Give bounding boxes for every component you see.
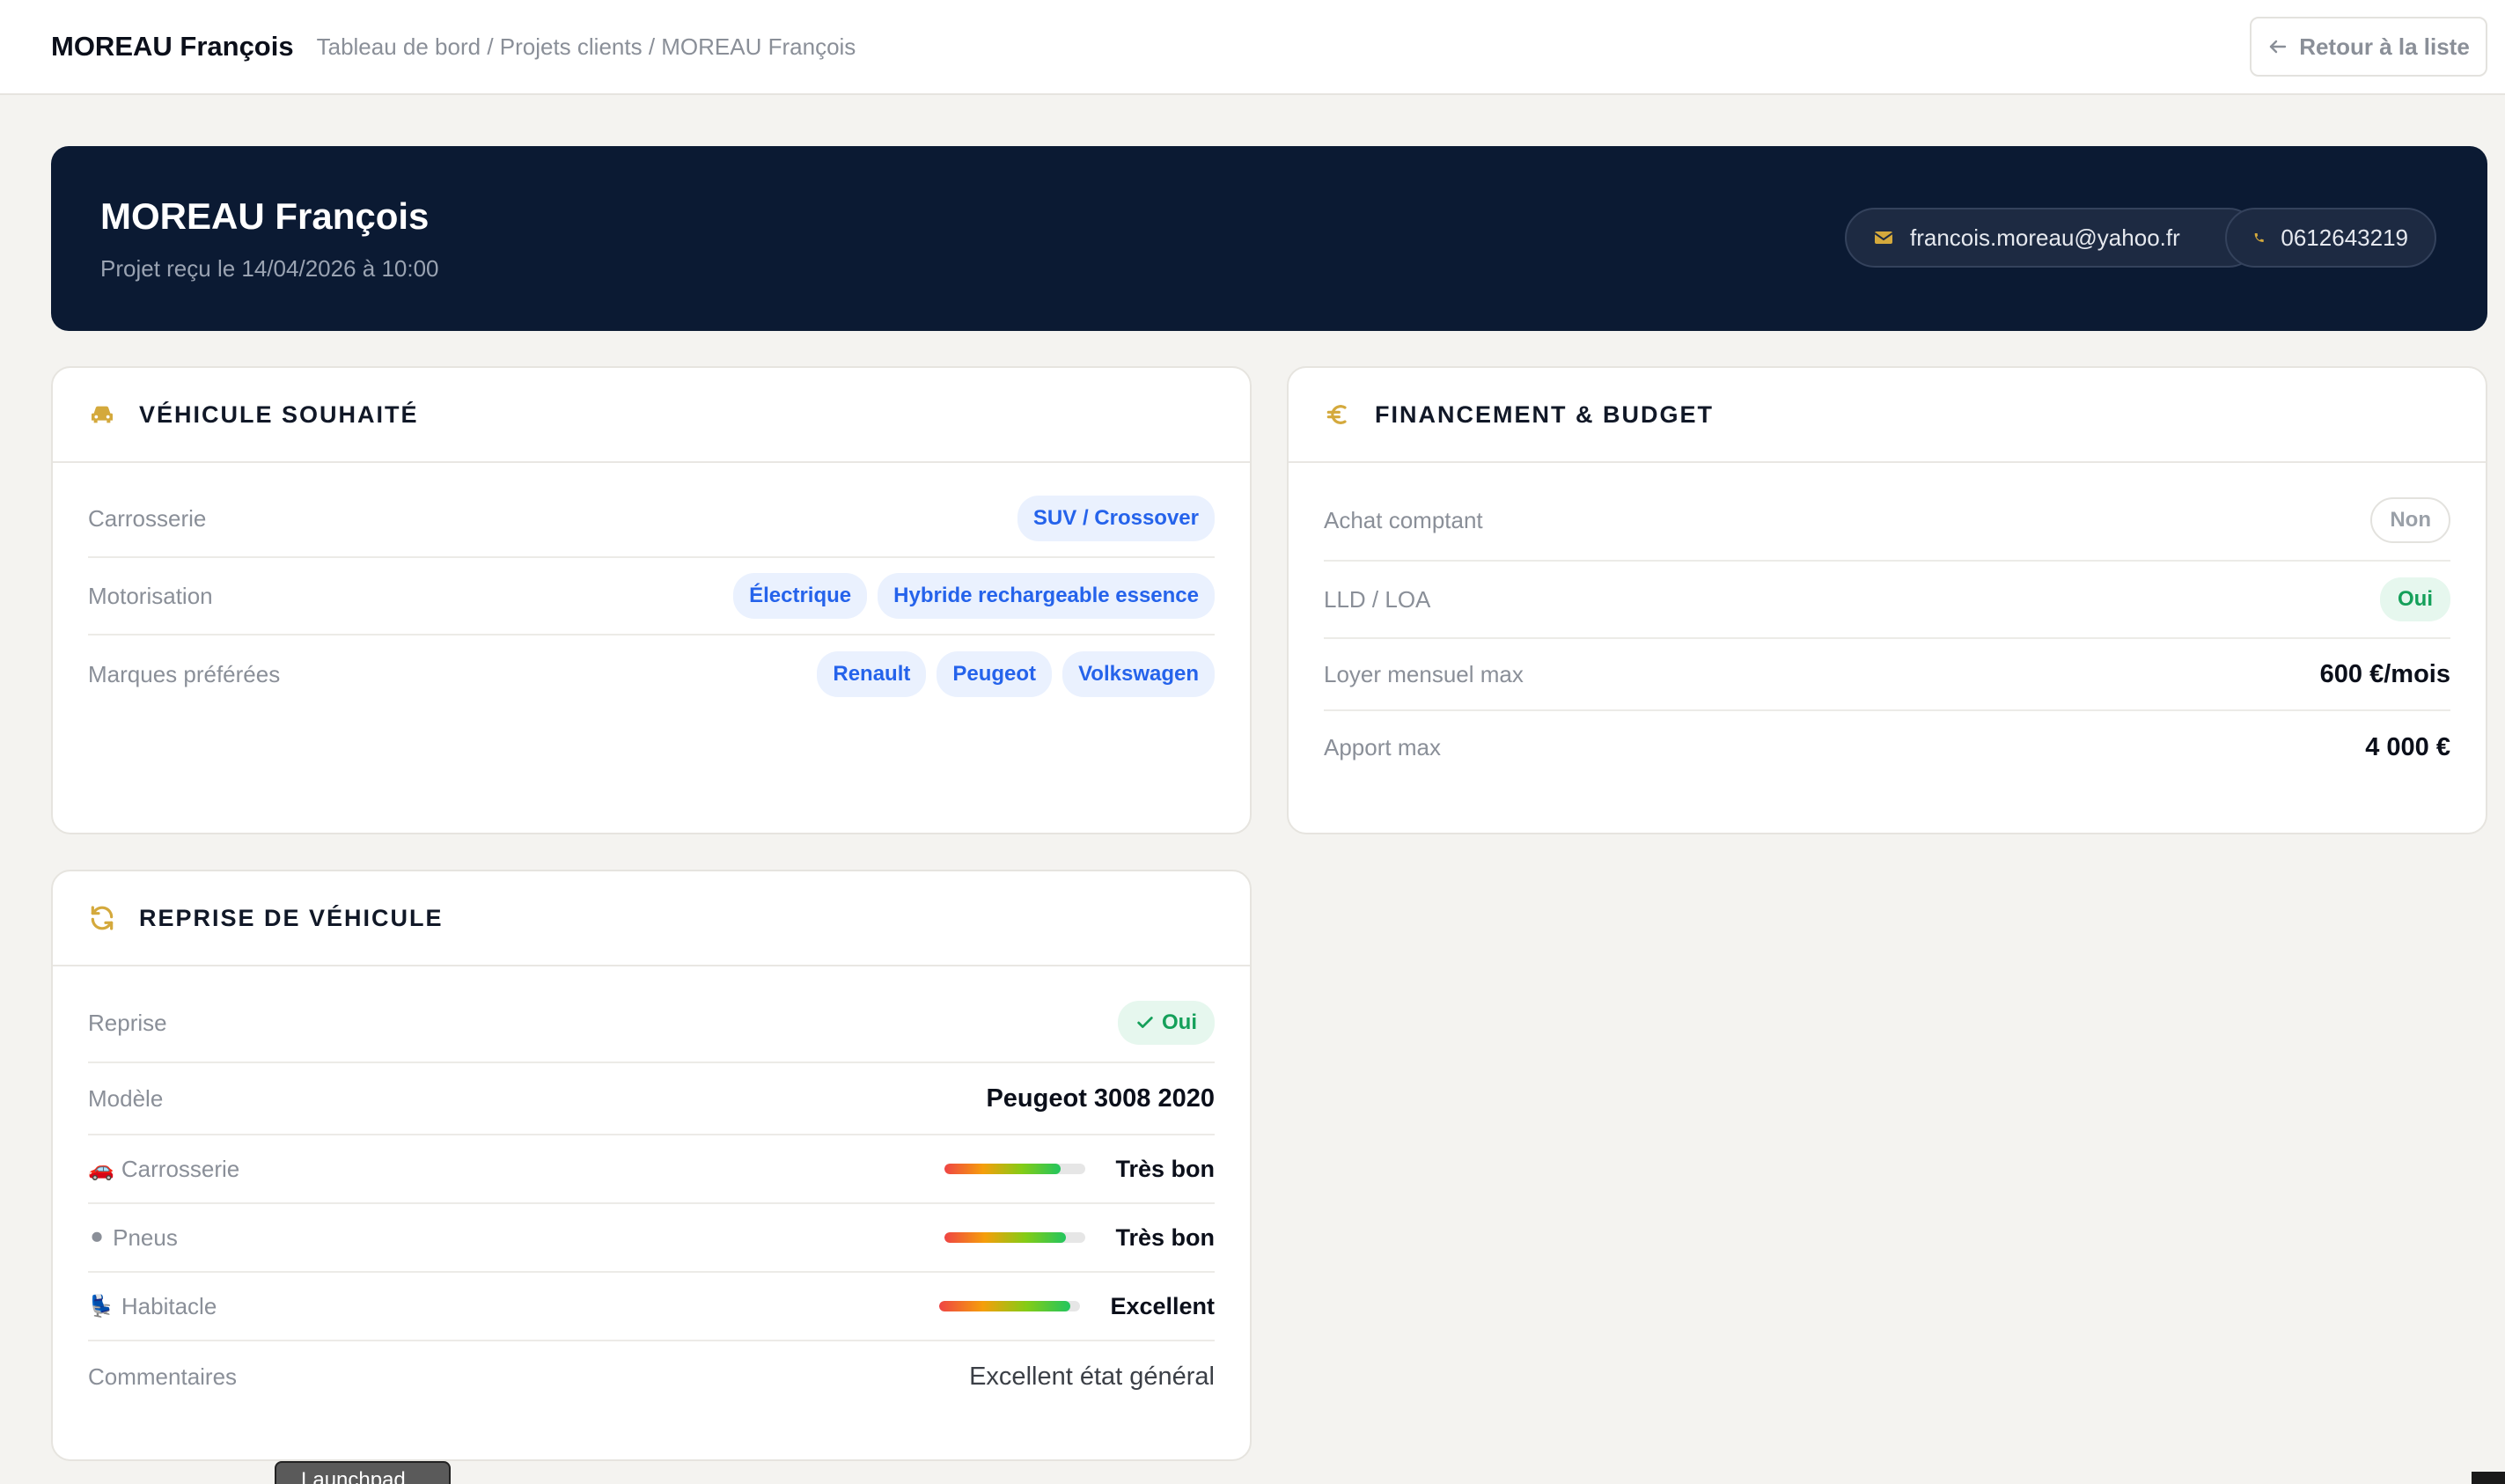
row-condition-interior: 💺 Habitacle Excellent (88, 1273, 1215, 1341)
row-label: Commentaires (88, 1363, 238, 1390)
car-icon: 🚗 (88, 1157, 114, 1181)
tag-brand: Renault (817, 651, 927, 697)
email-pill[interactable]: francois.moreau@yahoo.fr (1845, 208, 2259, 268)
euro-icon (1326, 405, 1347, 424)
phone-text: 0612643219 (2281, 224, 2408, 251)
row-condition-tires: ⚫ Pneus Très bon (88, 1204, 1215, 1273)
row-monthly: Loyer mensuel max 600 €/mois (1324, 639, 2450, 711)
phone-pill[interactable]: 0612643219 (2225, 208, 2436, 268)
condition-meter (944, 1232, 1086, 1243)
launchpad-tab[interactable]: Launchpad (275, 1461, 451, 1484)
finance-card: FINANCEMENT & BUDGET Achat comptant Non … (1287, 366, 2487, 834)
arrow-left-icon (2269, 40, 2287, 54)
row-label: Modèle (88, 1084, 164, 1112)
lease-badge: Oui (2380, 577, 2450, 621)
corner-widget[interactable] (2472, 1472, 2505, 1484)
row-model: Modèle Peugeot 3008 2020 (88, 1063, 1215, 1135)
row-label: Marques préférées (88, 660, 281, 687)
tag-engine: Hybride rechargeable essence (878, 573, 1215, 619)
meter-fill (944, 1232, 1067, 1243)
finance-rows: Achat comptant Non LLD / LOA Oui Loyer m… (1289, 463, 2486, 783)
car-icon (92, 406, 113, 423)
condition-label: Pneus (113, 1223, 178, 1251)
tradein-card-title: REPRISE DE VÉHICULE (139, 904, 444, 931)
vehicle-rows: Carrosserie SUV / Crossover Motorisation… (53, 463, 1250, 713)
tag-brand: Volkswagen (1062, 651, 1215, 697)
deposit-value: 4 000 € (2365, 732, 2450, 761)
model-value: Peugeot 3008 2020 (986, 1084, 1215, 1113)
row-carrosserie: Carrosserie SUV / Crossover (88, 481, 1215, 558)
row-lease: LLD / LOA Oui (1324, 562, 2450, 639)
reprise-value: Oui (1162, 1010, 1197, 1034)
email-text: francois.moreau@yahoo.fr (1910, 224, 2180, 251)
row-brands: Marques préférées Renault Peugeot Volksw… (88, 635, 1215, 713)
back-button-label: Retour à la liste (2299, 33, 2470, 60)
seat-icon: 💺 (88, 1294, 114, 1319)
vehicle-card-title: VÉHICULE SOUHAITÉ (139, 400, 419, 428)
condition-text: Très bon (1115, 1155, 1215, 1182)
condition-meter (939, 1301, 1081, 1311)
row-deposit: Apport max 4 000 € (1324, 711, 2450, 783)
cash-badge: Non (2370, 497, 2450, 543)
meter-fill (944, 1164, 1061, 1174)
row-reprise: Reprise Oui (88, 984, 1215, 1063)
row-label: ⚫ Pneus (88, 1224, 178, 1252)
vehicle-card: VÉHICULE SOUHAITÉ Carrosserie SUV / Cros… (51, 366, 1252, 834)
back-to-list-button[interactable]: Retour à la liste (2250, 17, 2487, 77)
row-cash: Achat comptant Non (1324, 481, 2450, 562)
breadcrumb[interactable]: Tableau de bord / Projets clients / MORE… (317, 33, 856, 61)
tradein-rows: Reprise Oui Modèle Peugeot 3008 2020 🚗 C… (53, 966, 1250, 1412)
vehicle-card-header: VÉHICULE SOUHAITÉ (53, 368, 1250, 463)
monthly-value: 600 €/mois (2319, 659, 2450, 688)
page-title: MOREAU François (51, 31, 294, 62)
row-label: Carrosserie (88, 504, 207, 532)
finance-card-title: FINANCEMENT & BUDGET (1375, 400, 1714, 428)
row-label: Achat comptant (1324, 506, 1483, 533)
meter-fill (939, 1301, 1071, 1311)
condition-label: Carrosserie (121, 1155, 240, 1182)
condition-meter (944, 1164, 1086, 1174)
row-label: Reprise (88, 1009, 167, 1036)
row-label: 💺 Habitacle (88, 1293, 217, 1320)
mail-icon (1874, 231, 1893, 244)
check-icon (1137, 1017, 1153, 1028)
tire-icon: ⚫ (88, 1225, 107, 1250)
finance-card-header: FINANCEMENT & BUDGET (1289, 368, 2486, 463)
row-label: Motorisation (88, 582, 213, 609)
condition-label: Habitacle (121, 1292, 217, 1319)
reprise-badge: Oui (1118, 1001, 1215, 1045)
comment-value: Excellent état général (969, 1362, 1215, 1391)
row-label: 🚗 Carrosserie (88, 1156, 239, 1183)
tradein-card-header: REPRISE DE VÉHICULE (53, 871, 1250, 966)
tag-body-type: SUV / Crossover (1017, 496, 1215, 541)
row-label: Apport max (1324, 733, 1441, 760)
phone-icon (2254, 232, 2264, 243)
row-condition-body: 🚗 Carrosserie Très bon (88, 1135, 1215, 1204)
row-comments: Commentaires Excellent état général (88, 1341, 1215, 1412)
refresh-icon (91, 906, 114, 930)
tag-engine: Électrique (733, 573, 868, 619)
row-label: LLD / LOA (1324, 585, 1431, 613)
condition-text: Excellent (1110, 1292, 1215, 1319)
row-label: Loyer mensuel max (1324, 660, 1524, 687)
condition-text: Très bon (1115, 1223, 1215, 1251)
client-hero: MOREAU François Projet reçu le 14/04/202… (51, 146, 2487, 331)
tradein-card: REPRISE DE VÉHICULE Reprise Oui Modèle P… (51, 870, 1252, 1461)
tag-brand: Peugeot (937, 651, 1053, 697)
top-bar: MOREAU François Tableau de bord / Projet… (0, 0, 2505, 95)
row-motorisation: Motorisation Électrique Hybride recharge… (88, 558, 1215, 635)
